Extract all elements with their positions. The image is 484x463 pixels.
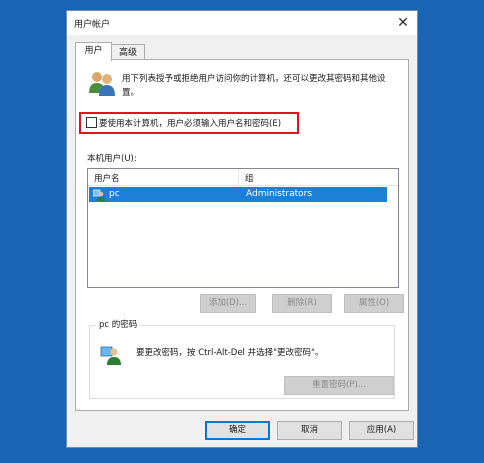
tab-users[interactable]: 用户 bbox=[75, 42, 112, 61]
table-row[interactable]: pc Administrators bbox=[89, 187, 387, 202]
column-group[interactable]: 组 bbox=[245, 172, 254, 184]
reset-password-button[interactable]: 重置密码(P)... bbox=[284, 376, 394, 395]
list-header: 用户名 组 bbox=[88, 169, 398, 186]
title-bar[interactable]: 用户帐户 ✕ bbox=[67, 11, 417, 35]
ok-button[interactable]: 确定 bbox=[205, 421, 270, 440]
password-group-title: pc 的密码 bbox=[96, 318, 141, 330]
require-login-label[interactable]: 要使用本计算机，用户必须输入用户名和密码(E) bbox=[99, 117, 281, 129]
row-username: pc bbox=[109, 189, 120, 199]
properties-button[interactable]: 属性(O) bbox=[344, 294, 404, 313]
column-username[interactable]: 用户名 bbox=[94, 172, 120, 184]
users-tab-panel: 用下列表授予或拒绝用户访问你的计算机，还可以更改其密码和其他设置。 要使用本计算… bbox=[75, 59, 409, 411]
apply-button[interactable]: 应用(A) bbox=[349, 421, 414, 440]
intro-description: 用下列表授予或拒绝用户访问你的计算机，还可以更改其密码和其他设置。 bbox=[122, 74, 386, 98]
user-accounts-dialog: 用户帐户 ✕ 用户 高级 用下列表授予或拒绝用户访问你的计算机，还可以更改其密码… bbox=[66, 10, 418, 448]
local-users-label: 本机用户(U): bbox=[87, 154, 137, 164]
cancel-button[interactable]: 取消 bbox=[277, 421, 342, 440]
password-change-instructions: 要更改密码，按 Ctrl-Alt-Del 并选择"更改密码"。 bbox=[136, 348, 324, 358]
require-login-checkbox[interactable] bbox=[86, 117, 97, 128]
window-title: 用户帐户 bbox=[74, 20, 111, 30]
column-separator[interactable] bbox=[238, 169, 239, 185]
add-user-button[interactable]: 添加(D)... bbox=[200, 294, 256, 313]
users-icon bbox=[89, 72, 115, 96]
password-user-icon bbox=[100, 346, 121, 365]
users-list[interactable]: 用户名 组 pc Administrators bbox=[87, 168, 399, 288]
user-icon bbox=[93, 189, 105, 201]
row-group: Administrators bbox=[246, 189, 313, 199]
close-icon[interactable]: ✕ bbox=[389, 11, 417, 35]
remove-user-button[interactable]: 删除(R) bbox=[272, 294, 332, 313]
